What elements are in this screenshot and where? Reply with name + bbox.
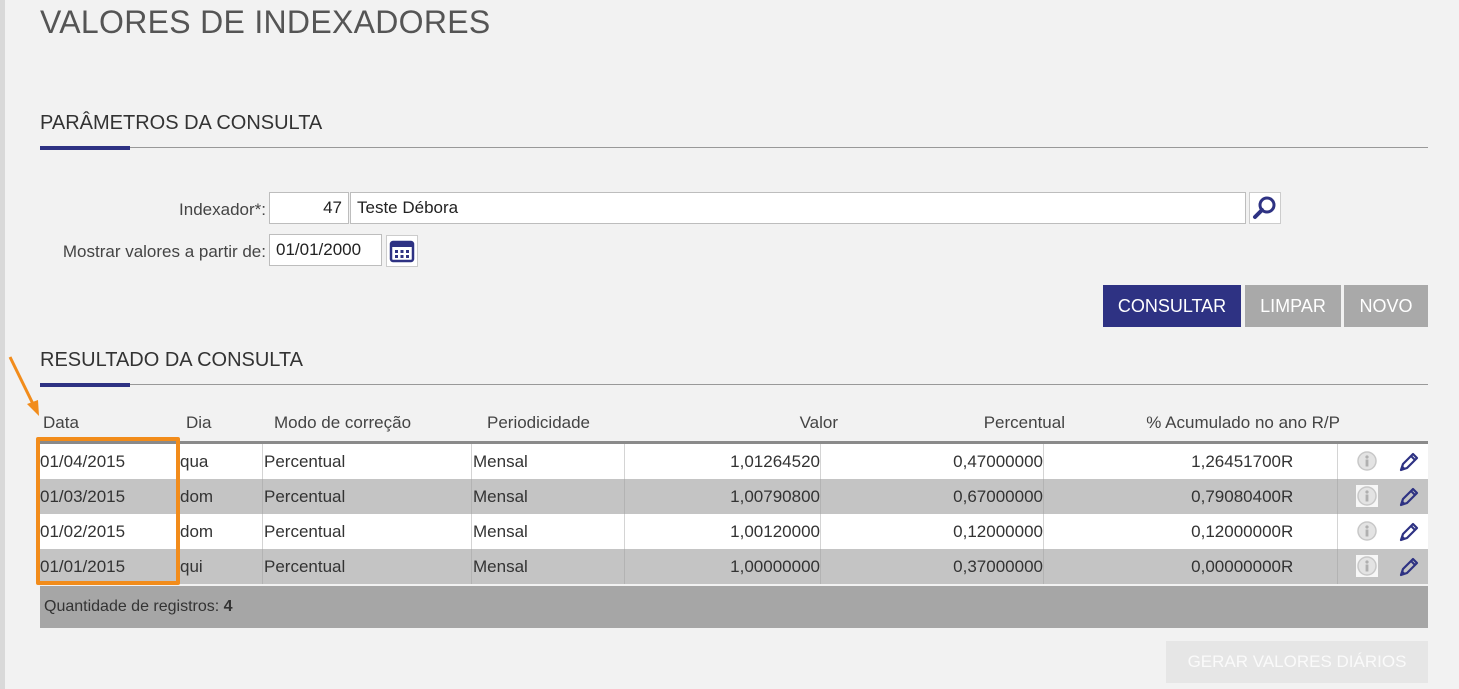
search-icon[interactable] xyxy=(1249,192,1281,224)
column-header-percentual[interactable]: Percentual xyxy=(900,413,1065,433)
cell-valor: 1,00790800 xyxy=(625,479,821,514)
cell-percentual: 0,37000000 xyxy=(821,549,1044,584)
table-row[interactable]: 01/01/2015 qui Percentual Mensal 1,00000000 0… xyxy=(40,549,1428,584)
indexador-name-input[interactable]: Teste Débora xyxy=(350,192,1246,224)
results-section-rule xyxy=(40,384,1428,385)
record-count-value: 4 xyxy=(223,598,233,615)
table-row[interactable]: 01/04/2015 qua Percentual Mensal 1,01264520 0… xyxy=(40,444,1428,479)
cell-periodicidade: Mensal xyxy=(472,514,625,549)
gerar-valores-diarios-button[interactable]: GERAR VALORES DIÁRIOS xyxy=(1166,641,1428,683)
indexador-code-input[interactable]: 47 xyxy=(269,192,349,224)
left-edge xyxy=(0,0,5,689)
record-count-bar: Quantidade de registros: 4 xyxy=(40,586,1428,628)
cell-data: 01/04/2015 xyxy=(40,444,180,479)
cell-dia: dom xyxy=(180,514,263,549)
cell-modo: Percentual xyxy=(263,514,472,549)
cell-modo: Percentual xyxy=(263,444,472,479)
cell-percentual: 0,67000000 xyxy=(821,479,1044,514)
cell-data: 01/01/2015 xyxy=(40,549,180,584)
cell-acumulado: 0,79080400 xyxy=(1191,487,1281,506)
cell-valor: 1,01264520 xyxy=(625,444,821,479)
info-icon[interactable] xyxy=(1356,520,1378,542)
indexador-label: Indexador*: xyxy=(179,200,266,219)
table-row[interactable]: 01/02/2015 dom Percentual Mensal 1,00120000 0… xyxy=(40,514,1428,549)
column-header-dia[interactable]: Dia xyxy=(186,413,212,433)
cell-valor: 1,00120000 xyxy=(625,514,821,549)
cell-acumulado: 1,26451700 xyxy=(1191,452,1281,471)
cell-data: 01/03/2015 xyxy=(40,479,180,514)
column-header-periodicidade[interactable]: Periodicidade xyxy=(487,413,590,433)
results-section-accent xyxy=(40,383,130,387)
cell-percentual: 0,47000000 xyxy=(821,444,1044,479)
from-date-label: Mostrar valores a partir de: xyxy=(62,242,266,261)
info-icon[interactable] xyxy=(1356,555,1378,577)
params-section-rule xyxy=(40,147,1428,148)
edit-icon[interactable] xyxy=(1397,485,1421,509)
cell-periodicidade: Mensal xyxy=(472,549,625,584)
consultar-button[interactable]: CONSULTAR xyxy=(1103,285,1241,327)
cell-dia: qui xyxy=(180,549,263,584)
edit-icon[interactable] xyxy=(1397,450,1421,474)
cell-acumulado: 0,00000000 xyxy=(1191,557,1281,576)
limpar-button[interactable]: LIMPAR xyxy=(1245,285,1341,327)
novo-button[interactable]: NOVO xyxy=(1344,285,1428,327)
cell-percentual: 0,12000000 xyxy=(821,514,1044,549)
results-section-title: RESULTADO DA CONSULTA xyxy=(40,349,304,371)
cell-data: 01/02/2015 xyxy=(40,514,180,549)
params-section-accent xyxy=(40,146,130,150)
cell-rp: R xyxy=(1281,479,1338,514)
cell-valor: 1,00000000 xyxy=(625,549,821,584)
column-header-data[interactable]: Data xyxy=(43,413,79,433)
from-date-input[interactable]: 01/01/2000 xyxy=(269,234,382,266)
cell-rp: R xyxy=(1281,444,1338,479)
column-header-acumulado[interactable]: % Acumulado no ano R/P xyxy=(1100,413,1340,433)
record-count-label: Quantidade de registros: xyxy=(44,598,220,615)
cell-modo: Percentual xyxy=(263,479,472,514)
cell-periodicidade: Mensal xyxy=(472,444,625,479)
page-title: VALORES DE INDEXADORES xyxy=(40,4,491,40)
params-section-title: PARÂMETROS DA CONSULTA xyxy=(40,112,323,134)
column-header-modo[interactable]: Modo de correção xyxy=(274,413,411,433)
cell-modo: Percentual xyxy=(263,549,472,584)
cell-dia: dom xyxy=(180,479,263,514)
cell-dia: qua xyxy=(180,444,263,479)
info-icon[interactable] xyxy=(1356,450,1378,472)
cell-acumulado: 0,12000000 xyxy=(1191,522,1281,541)
cell-rp: R xyxy=(1281,514,1338,549)
table-row[interactable]: 01/03/2015 dom Percentual Mensal 1,00790800 0… xyxy=(40,479,1428,514)
column-header-valor[interactable]: Valor xyxy=(700,413,838,433)
calendar-icon[interactable] xyxy=(386,235,418,267)
edit-icon[interactable] xyxy=(1397,555,1421,579)
cell-periodicidade: Mensal xyxy=(472,479,625,514)
info-icon[interactable] xyxy=(1356,485,1378,507)
edit-icon[interactable] xyxy=(1397,520,1421,544)
cell-rp: R xyxy=(1281,549,1338,584)
